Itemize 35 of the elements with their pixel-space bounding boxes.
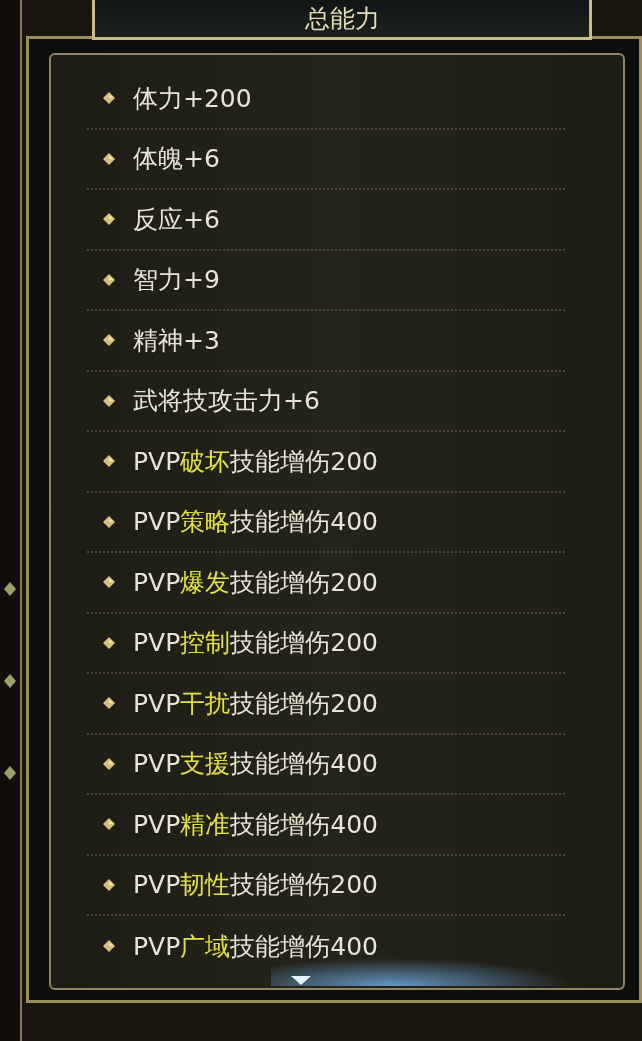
diamond-icon [103,878,115,891]
diamond-icon [4,766,16,780]
stat-text: 体魄+6 [133,146,220,172]
diamond-icon [103,697,115,710]
diamond-icon [103,334,115,347]
diamond-icon [4,674,16,688]
diamond-icon [103,940,115,953]
stat-text: 智力+9 [133,267,220,293]
stat-text: PVP干扰技能增伤200 [133,690,378,716]
panel-title: 总能力 [304,3,380,35]
diamond-icon [103,576,115,589]
diamond-icon [103,213,115,226]
diamond-icon [103,515,115,528]
stat-text: PVP韧性技能增伤200 [133,872,378,898]
diamond-icon [103,394,115,407]
diamond-icon [103,818,115,831]
diamond-icon [103,455,115,468]
diamond-icon [103,273,115,286]
stat-text: PVP精准技能增伤400 [133,811,378,837]
diamond-icon [103,757,115,770]
stat-text: PVP破坏技能增伤200 [133,448,378,474]
stat-text: PVP爆发技能增伤200 [133,569,378,595]
stat-text: PVP广域技能增伤400 [133,933,378,959]
stat-text: PVP控制技能增伤200 [133,630,378,656]
stat-text: PVP策略技能增伤400 [133,509,378,535]
scroll-down-icon [291,976,311,985]
diamond-icon [103,636,115,649]
diamond-icon [4,582,16,596]
stat-text: 武将技攻击力+6 [133,388,320,414]
stat-text: 精神+3 [133,327,220,353]
diamond-icon [103,152,115,165]
stat-text: 体力+200 [133,85,252,111]
stat-text: PVP支援技能增伤400 [133,751,378,777]
diamond-icon [103,92,115,105]
stat-text: 反应+6 [133,206,220,232]
